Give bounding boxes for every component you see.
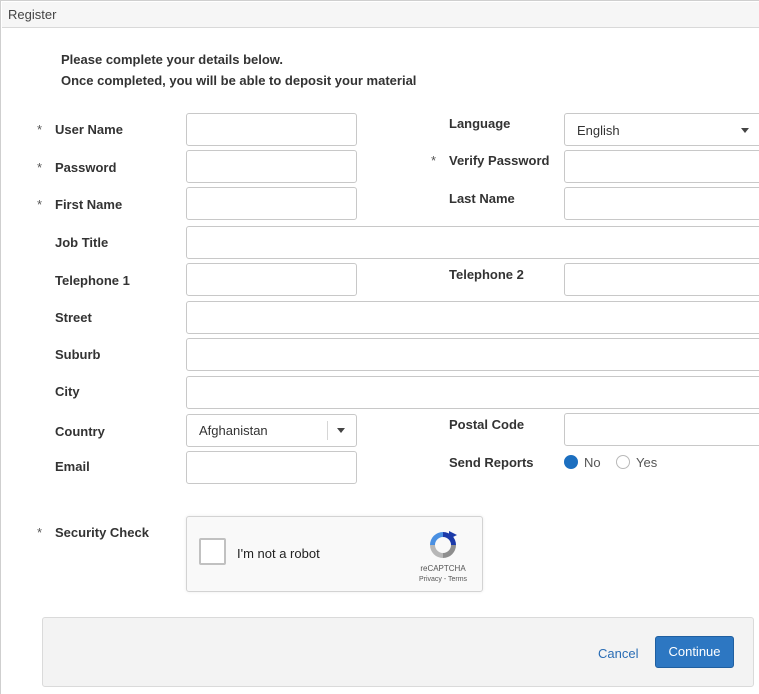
city-label: City (55, 384, 80, 399)
user-name-input[interactable] (186, 113, 357, 146)
first-name-label: First Name (55, 197, 123, 212)
recaptcha-checkbox[interactable] (199, 538, 226, 565)
first-name-input[interactable] (186, 187, 357, 220)
required-marker: * (37, 122, 43, 137)
title-bar: Register (2, 2, 759, 28)
send-reports-yes-radio[interactable] (616, 455, 630, 469)
recaptcha-links[interactable]: Privacy - Terms (413, 576, 473, 583)
required-marker: * (37, 197, 43, 212)
city-input[interactable] (186, 376, 759, 409)
send-reports-no-radio[interactable] (564, 455, 578, 469)
send-reports-label: Send Reports (449, 455, 534, 470)
language-label: Language (449, 116, 511, 131)
verify-password-label: Verify Password (449, 153, 550, 168)
chevron-down-icon (337, 428, 345, 433)
password-input[interactable] (186, 150, 357, 183)
window-title: Register (8, 7, 57, 22)
job-title-input[interactable] (186, 226, 759, 259)
street-label: Street (55, 310, 92, 325)
suburb-label: Suburb (55, 347, 101, 362)
postal-code-label: Postal Code (449, 417, 525, 432)
country-label: Country (55, 424, 105, 439)
postal-code-input[interactable] (564, 413, 759, 446)
email-input[interactable] (186, 451, 357, 484)
telephone-1-label: Telephone 1 (55, 273, 130, 288)
intro-line-1: Please complete your details below. (61, 52, 284, 67)
recaptcha-widget: I'm not a robot reCAPTCHA Privacy - Term… (186, 516, 483, 592)
suburb-input[interactable] (186, 338, 759, 371)
user-name-label: User Name (55, 122, 123, 137)
last-name-input[interactable] (564, 187, 759, 220)
select-divider (327, 421, 328, 440)
recaptcha-text: I'm not a robot (237, 546, 320, 561)
required-marker: * (431, 153, 437, 168)
telephone-1-input[interactable] (186, 263, 357, 296)
continue-button[interactable]: Continue (655, 636, 734, 668)
cancel-link[interactable]: Cancel (598, 646, 638, 661)
intro-line-2: Once completed, you will be able to depo… (61, 73, 417, 88)
required-marker: * (37, 525, 43, 540)
street-input[interactable] (186, 301, 759, 334)
last-name-label: Last Name (449, 191, 515, 206)
required-marker: * (37, 160, 43, 175)
recaptcha-icon (430, 531, 457, 558)
language-select[interactable]: English (564, 113, 759, 146)
job-title-label: Job Title (55, 235, 109, 250)
email-label: Email (55, 459, 90, 474)
chevron-down-icon (741, 128, 749, 133)
action-bar (42, 617, 754, 687)
security-check-label: Security Check (55, 525, 149, 540)
telephone-2-label: Telephone 2 (449, 267, 524, 282)
password-label: Password (55, 160, 117, 175)
country-value: Afghanistan (199, 423, 268, 438)
recaptcha-brand: reCAPTCHA (420, 564, 466, 573)
country-select[interactable]: Afghanistan (186, 414, 357, 447)
send-reports-yes-label[interactable]: Yes (636, 455, 657, 470)
send-reports-no-label[interactable]: No (584, 455, 601, 470)
verify-password-input[interactable] (564, 150, 759, 183)
telephone-2-input[interactable] (564, 263, 759, 296)
language-value: English (577, 123, 620, 138)
